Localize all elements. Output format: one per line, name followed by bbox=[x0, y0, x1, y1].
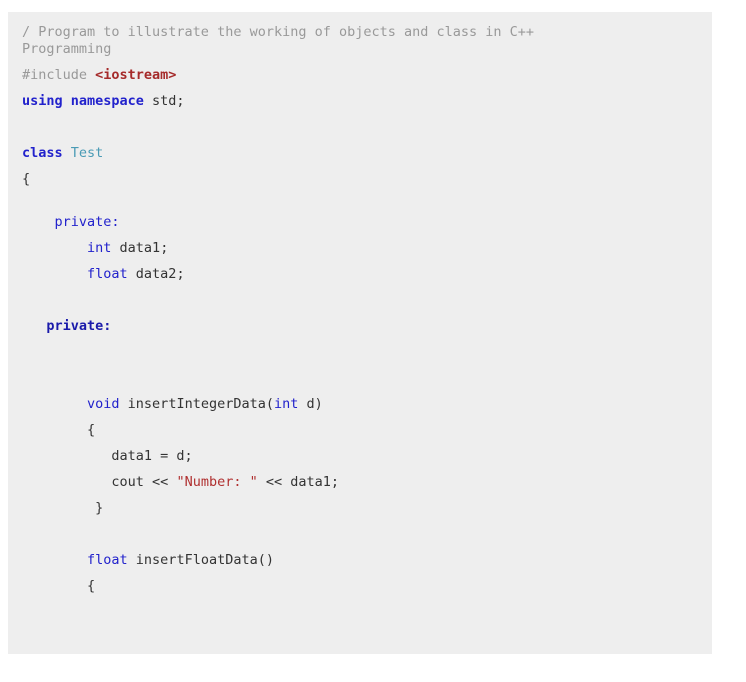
code-line: class Test bbox=[22, 145, 712, 162]
code-token-cls: Test bbox=[70, 145, 104, 161]
code-line: } bbox=[22, 500, 712, 517]
code-token-punct: { bbox=[22, 578, 96, 594]
code-line: float insertFloatData() bbox=[22, 552, 712, 569]
code-line: { bbox=[22, 171, 712, 188]
code-line: private: bbox=[22, 318, 712, 335]
code-token-pre: #include bbox=[22, 67, 96, 83]
code-line: float data2; bbox=[22, 266, 712, 283]
code-line: int data1; bbox=[22, 240, 712, 257]
code-line: private: bbox=[22, 214, 712, 231]
code-token-type: int bbox=[273, 396, 299, 412]
code-token-plain: data1 = d; bbox=[22, 448, 193, 464]
code-token-type: void bbox=[87, 396, 120, 412]
code-token-plain: data1; bbox=[111, 240, 169, 256]
code-token-plain: << data1; bbox=[257, 474, 339, 490]
code-token-comment: / Program to illustrate the working of o… bbox=[22, 24, 535, 40]
code-token-acc-b: private: bbox=[46, 318, 112, 334]
code-token-type: float bbox=[87, 266, 128, 282]
code-lines-container: / Program to illustrate the working of o… bbox=[22, 24, 712, 595]
code-token-comment: Programming bbox=[22, 41, 112, 57]
code-token-kw: class bbox=[22, 145, 71, 161]
code-line: / Program to illustrate the working of o… bbox=[22, 24, 712, 41]
code-line: Programming bbox=[22, 41, 712, 58]
code-token-plain: d) bbox=[298, 396, 323, 412]
code-line: void insertIntegerData(int d) bbox=[22, 396, 712, 413]
code-line: { bbox=[22, 578, 712, 595]
code-line: { bbox=[22, 422, 712, 439]
code-token-str: "Number: " bbox=[176, 474, 258, 490]
code-block: / Program to illustrate the working of o… bbox=[8, 12, 712, 654]
code-token-plain: insertFloatData() bbox=[127, 552, 274, 568]
code-token-type: float bbox=[87, 552, 128, 568]
code-token-punct: { bbox=[22, 422, 96, 438]
code-token-type: int bbox=[87, 240, 112, 256]
code-token-plain: insertIntegerData( bbox=[119, 396, 274, 412]
code-token-punct: { bbox=[22, 171, 31, 187]
code-token-punct: } bbox=[22, 500, 104, 516]
code-token-plain: data2; bbox=[127, 266, 185, 282]
code-token-plain: cout << bbox=[22, 474, 177, 490]
code-token-acc: private: bbox=[54, 214, 120, 230]
code-line: using namespace std; bbox=[22, 93, 712, 110]
code-line: data1 = d; bbox=[22, 448, 712, 465]
code-line: cout << "Number: " << data1; bbox=[22, 474, 712, 491]
code-token-kw: using namespace bbox=[22, 93, 144, 109]
code-token-string: <iostream> bbox=[95, 67, 177, 83]
code-line: #include <iostream> bbox=[22, 67, 712, 84]
code-token-plain: std; bbox=[143, 93, 185, 109]
